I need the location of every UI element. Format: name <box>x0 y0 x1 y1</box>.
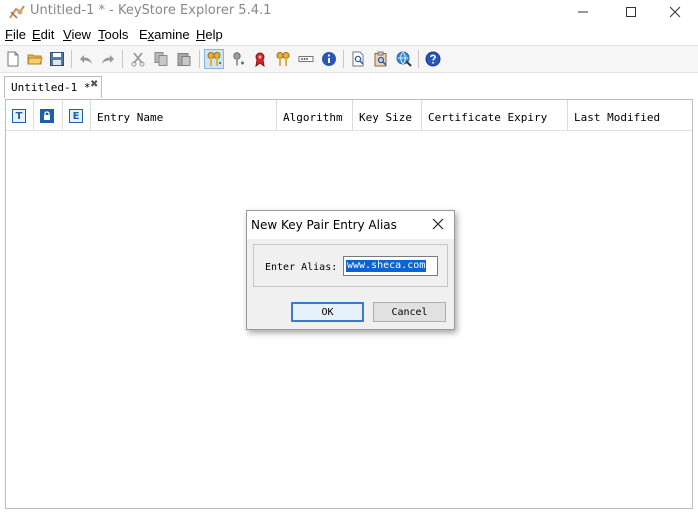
maximize-button[interactable] <box>608 0 654 24</box>
close-icon <box>669 6 681 18</box>
open-button[interactable] <box>25 49 45 69</box>
table-header: T E Entry Name Algorithm Key Size Certif… <box>6 100 692 131</box>
paste-button[interactable] <box>174 49 194 69</box>
alias-group-box: Enter Alias: www.sheca.com <box>253 244 448 287</box>
minimize-button[interactable] <box>560 0 606 24</box>
tab-untitled-1[interactable]: Untitled-1 * ✖ <box>4 76 102 98</box>
column-header-last-modified[interactable]: Last Modified <box>568 100 692 130</box>
window-titlebar: Untitled-1 * - KeyStore Explorer 5.4.1 <box>0 0 698 24</box>
cancel-button[interactable]: Cancel <box>373 302 446 322</box>
import-key-pair-icon <box>276 52 290 66</box>
examine-ssl-icon <box>396 51 412 67</box>
toolbar-separator <box>418 50 419 68</box>
column-label-certificate-expiry: Certificate Expiry <box>428 111 548 124</box>
copy-icon <box>154 52 168 66</box>
toolbar-separator <box>199 50 200 68</box>
toolbar-separator <box>343 50 344 68</box>
set-password-icon <box>298 56 314 62</box>
column-header-lock[interactable] <box>34 100 63 130</box>
column-header-key-size[interactable]: Key Size <box>353 100 422 130</box>
close-window-button[interactable] <box>652 0 698 24</box>
toolbar <box>0 45 698 73</box>
menu-view[interactable]: View <box>63 27 91 42</box>
help-button[interactable] <box>423 49 443 69</box>
menu-bar: File Edit View Tools Examine Help <box>0 25 698 45</box>
new-button[interactable] <box>3 49 23 69</box>
column-header-entry-name[interactable]: Entry Name <box>91 100 277 130</box>
expiry-status-icon: E <box>69 109 83 123</box>
properties-button[interactable] <box>319 49 339 69</box>
close-icon[interactable] <box>431 217 445 231</box>
column-label-entry-name: Entry Name <box>97 111 164 124</box>
minimize-icon <box>578 11 588 13</box>
properties-icon <box>322 52 336 66</box>
document-tab-strip: Untitled-1 * ✖ <box>0 74 698 99</box>
dialog-title: New Key Pair Entry Alias <box>251 218 397 232</box>
generate-key-pair-button[interactable] <box>204 49 224 69</box>
new-key-pair-alias-dialog: New Key Pair Entry Alias Enter Alias: ww… <box>246 210 455 330</box>
dialog-titlebar: New Key Pair Entry Alias <box>247 211 454 239</box>
save-icon <box>50 52 64 66</box>
import-trusted-certificate-button[interactable] <box>250 49 270 69</box>
column-label-algorithm: Algorithm <box>283 111 343 124</box>
redo-icon <box>102 55 114 64</box>
help-icon <box>425 51 441 67</box>
column-header-type[interactable]: T <box>6 100 34 130</box>
column-label-last-modified: Last Modified <box>574 111 661 124</box>
lock-status-icon <box>40 109 54 123</box>
alias-input-value: www.sheca.com <box>346 260 427 272</box>
column-header-algorithm[interactable]: Algorithm <box>277 100 353 130</box>
examine-ssl-button[interactable] <box>394 49 414 69</box>
set-password-button[interactable] <box>296 49 316 69</box>
generate-secret-key-button[interactable] <box>228 49 248 69</box>
menu-edit[interactable]: Edit <box>32 27 54 42</box>
cut-button[interactable] <box>128 49 148 69</box>
undo-button[interactable] <box>76 49 96 69</box>
column-label-key-size: Key Size <box>359 111 412 124</box>
keystore-explorer-app-icon <box>9 5 25 19</box>
examine-file-icon <box>352 51 364 67</box>
redo-button[interactable] <box>98 49 118 69</box>
entry-type-icon: T <box>12 109 26 123</box>
open-folder-icon <box>27 54 43 65</box>
maximize-icon <box>626 7 636 17</box>
menu-examine[interactable]: Examine <box>139 27 190 42</box>
import-key-pair-button[interactable] <box>273 49 293 69</box>
column-header-certificate-expiry[interactable]: Certificate Expiry <box>422 100 568 130</box>
menu-tools[interactable]: Tools <box>98 27 128 42</box>
examine-file-button[interactable] <box>348 49 368 69</box>
save-button[interactable] <box>47 49 67 69</box>
tab-close-icon[interactable]: ✖ <box>90 79 98 90</box>
cut-icon <box>131 52 145 67</box>
toolbar-separator <box>71 50 72 68</box>
menu-file[interactable]: File <box>5 27 26 42</box>
column-header-expiry-status[interactable]: E <box>63 100 91 130</box>
tab-label: Untitled-1 * <box>11 81 91 94</box>
paste-icon <box>177 53 191 66</box>
undo-icon <box>80 55 92 64</box>
copy-button[interactable] <box>151 49 171 69</box>
generate-secret-key-icon <box>233 52 244 66</box>
new-file-icon <box>7 51 19 67</box>
window-title: Untitled-1 * - KeyStore Explorer 5.4.1 <box>30 3 272 18</box>
toolbar-separator <box>122 50 123 68</box>
alias-label: Enter Alias: <box>265 262 338 273</box>
examine-clipboard-button[interactable] <box>371 49 391 69</box>
import-trusted-certificate-icon <box>255 52 265 67</box>
alias-input[interactable]: www.sheca.com <box>343 256 438 276</box>
examine-clipboard-icon <box>374 51 387 67</box>
menu-help[interactable]: Help <box>196 27 223 42</box>
ok-button[interactable]: OK <box>291 302 364 322</box>
generate-key-pair-icon <box>207 52 221 66</box>
